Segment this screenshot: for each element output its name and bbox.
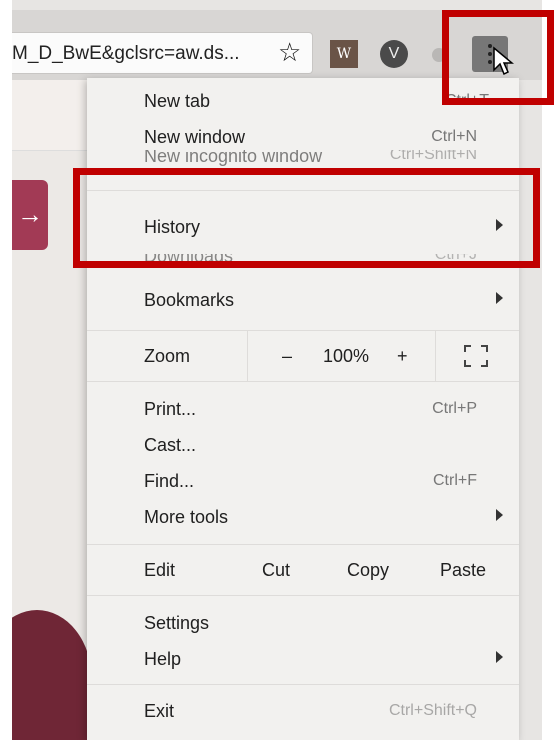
menu-item-label: New window <box>144 127 246 147</box>
page-next-arrow-icon[interactable]: → <box>12 180 48 250</box>
submenu-arrow-icon <box>496 651 503 663</box>
highlight-box-history <box>73 168 540 268</box>
menu-item-help[interactable]: Help <box>87 642 519 676</box>
menu-item-shortcut: Ctrl+Shift+N <box>389 150 477 163</box>
page-header-strip <box>12 80 87 151</box>
menu-item-new-window[interactable]: New window Ctrl+N <box>87 120 519 154</box>
menu-item-label: Help <box>144 649 182 669</box>
edit-label: Edit <box>144 560 176 580</box>
highlight-box-menu-button <box>442 10 554 105</box>
menu-item-find[interactable]: Find... Ctrl+F <box>87 464 519 498</box>
menu-item-print[interactable]: Print... Ctrl+P <box>87 392 519 426</box>
zoom-out-button[interactable]: – <box>282 346 292 367</box>
menu-item-label: New incognito window <box>144 150 323 166</box>
menu-item-shortcut: Ctrl+F <box>433 472 477 489</box>
zoom-level-value: 100% <box>323 346 370 366</box>
bookmark-star-icon[interactable]: ☆ <box>278 37 301 68</box>
zoom-row: Zoom – 100% + <box>87 330 519 382</box>
menu-item-label: Exit <box>144 701 175 721</box>
menu-item-bookmarks[interactable]: Bookmarks <box>87 283 519 317</box>
screen-photo: M_D_BwE&gclsrc=aw.ds... ☆ W V → New tab … <box>12 0 542 740</box>
extension-w-icon[interactable]: W <box>330 40 358 68</box>
menu-item-label: Cast... <box>144 435 197 455</box>
menu-item-label: Print... <box>144 399 197 419</box>
menu-item-shortcut: Ctrl+N <box>431 128 477 145</box>
menu-item-shortcut: Ctrl+P <box>432 400 477 417</box>
address-bar[interactable]: M_D_BwE&gclsrc=aw.ds... ☆ <box>12 32 313 74</box>
url-text[interactable]: M_D_BwE&gclsrc=aw.ds... <box>12 43 240 65</box>
fullscreen-icon[interactable] <box>463 344 489 368</box>
menu-item-label: Find... <box>144 471 195 491</box>
menu-item-cast[interactable]: Cast... <box>87 428 519 462</box>
menu-item-label: Bookmarks <box>144 290 235 310</box>
zoom-label: Zoom <box>144 346 191 366</box>
cut-button[interactable]: Cut <box>262 560 290 581</box>
copy-button[interactable]: Copy <box>347 560 389 581</box>
submenu-arrow-icon <box>496 292 503 304</box>
menu-item-more-tools[interactable]: More tools <box>87 500 519 534</box>
submenu-arrow-icon <box>496 509 503 521</box>
edit-row: Edit Cut Copy Paste <box>87 544 519 596</box>
zoom-divider <box>247 331 248 381</box>
menu-item-settings[interactable]: Settings <box>87 606 519 640</box>
zoom-divider <box>435 331 436 381</box>
menu-item-label: Settings <box>144 613 210 633</box>
zoom-in-button[interactable]: + <box>397 346 408 367</box>
menu-item-shortcut: Ctrl+Shift+Q <box>388 702 477 719</box>
menu-item-exit[interactable]: Exit Ctrl+Shift+Q <box>87 694 519 728</box>
menu-item-label: More tools <box>144 507 229 527</box>
paste-button[interactable]: Paste <box>440 560 486 581</box>
menu-separator <box>87 684 519 685</box>
menu-item-label: New tab <box>144 91 211 111</box>
extension-v-icon[interactable]: V <box>380 40 408 68</box>
